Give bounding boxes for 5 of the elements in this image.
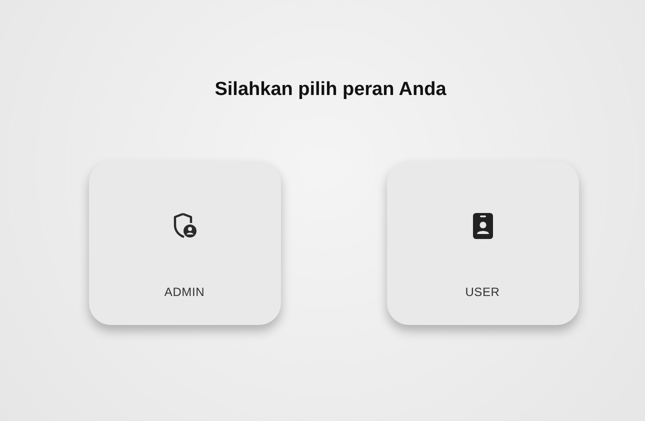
- role-card[interactable]: USER: [386, 160, 578, 324]
- shield-user-icon: [172, 212, 196, 238]
- role-card[interactable]: ADMIN: [88, 160, 280, 324]
- page-heading: Silahkan pilih peran Anda: [214, 78, 446, 102]
- id-badge-icon: [472, 212, 494, 240]
